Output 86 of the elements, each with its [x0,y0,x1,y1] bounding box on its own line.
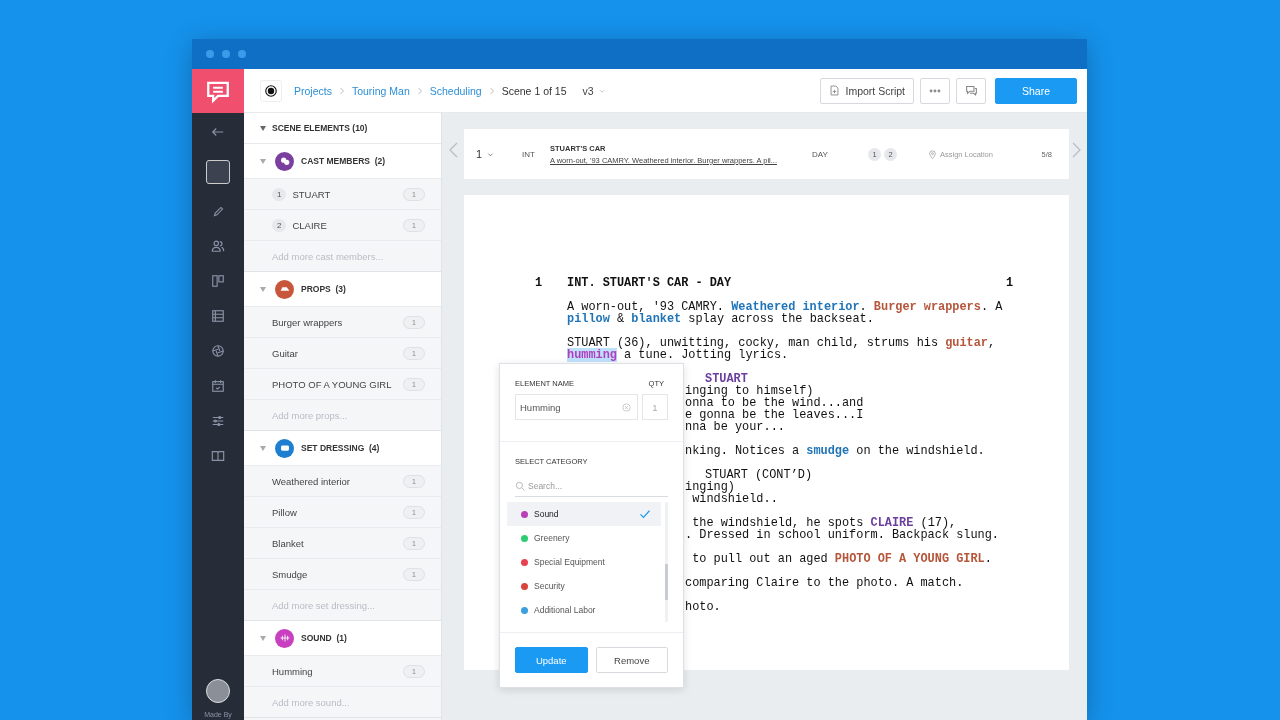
element-name-field[interactable]: Humming [515,394,638,420]
script-line: the windshield, he spots CLAIRE (17), [691,517,957,529]
int-ext-label: INT [522,149,536,159]
cast-number: 1 [272,187,287,201]
element-name: Humming [272,665,314,677]
script-line: nking. Notices a smudge on the windshield. [685,445,986,457]
chevron-right-icon [487,86,496,95]
pencil-icon [211,205,225,218]
script-line: onna to be the wind...and [685,397,865,409]
clear-icon [622,402,631,412]
scene-counter: Scene 1 of 15 [501,84,567,97]
aperture-icon [211,344,225,358]
group-title: CAST MEMBERS (2) [301,156,386,166]
group-title: SOUND (1) [301,633,347,643]
sliders-icon [211,414,225,428]
character-name: STUART (CONT’D) [705,469,814,481]
script-line: e gonna be the leaves...I [685,409,865,421]
import-script-button[interactable]: Import Script [820,77,914,104]
users-icon [211,239,225,253]
book-icon [211,449,225,463]
more-button[interactable] [920,77,950,104]
breadcrumb-link[interactable]: Touring Man [351,84,410,97]
photo-placeholder[interactable] [206,160,230,184]
orbit-icon [264,83,278,98]
element-name: PHOTO OF A YOUNG GIRL [272,378,393,390]
scene-number-dropdown[interactable]: 1 [476,148,522,160]
breadcrumb-link[interactable]: Projects [294,84,332,97]
scrollbar[interactable] [665,502,668,622]
element-name: STUART [292,188,332,200]
group-header[interactable]: CAST MEMBERS (2) [244,144,441,179]
script-line: hoto. [685,601,722,613]
scene-number: 1 [1006,277,1015,289]
group-header[interactable]: SOUND (1) [244,621,441,656]
comments-button[interactable] [956,77,986,104]
element-name: Smudge [272,568,309,580]
checkmark-icon [639,508,651,520]
script-line: A worn-out, '93 CAMRY. Weathered interior. Burger wrappers. A [567,301,1004,313]
element-name: Blanket [272,537,305,549]
category-option[interactable]: Special Equipment [507,550,661,574]
script-line: humming a tune. Jotting lyrics. [567,349,790,361]
scene-heading: INT. STUART'S CAR - DAY [567,277,733,289]
remove-button[interactable]: Remove [595,647,668,673]
element-name: Burger wrappers [272,316,344,328]
category-option[interactable]: Sound [507,502,661,526]
search-icon [515,481,525,491]
breadcrumb-link[interactable]: Scheduling [429,84,482,97]
time-of-day: DAY [812,149,868,159]
calendar-icon [211,379,225,393]
document-icon [829,85,841,96]
caret-icon [598,87,605,94]
category-option[interactable]: Additional Labor [507,598,661,622]
element-name: Guitar [272,347,299,359]
chevron-right-icon [415,86,424,95]
script-line: . Dressed in school uniform. Backpack slung. [685,529,1000,541]
chat-icon [964,84,978,97]
script-line: windshield.. [692,493,779,505]
group-title: SET DRESSING (4) [301,443,380,453]
script-line: nna be your... [685,421,786,433]
project-logo[interactable] [260,79,282,102]
user-avatar[interactable] [206,679,230,703]
script-line: inging) [685,481,735,493]
cast-number: 2 [272,218,287,232]
category-option[interactable]: Greenery [507,526,661,550]
group-header[interactable]: SET DRESSING (4) [244,431,441,466]
app-logo[interactable] [192,69,244,113]
script-line: inging to himself) [685,385,814,397]
caret-icon[interactable] [260,125,266,131]
board-icon [211,274,225,288]
caret-icon [487,150,495,158]
chevron-right-icon [337,86,346,95]
group-header[interactable]: PROPS (3) [244,272,441,307]
script-line: pillow & blanket splay across the backseat. [567,313,874,325]
script-line: to pull out an aged PHOTO OF A YOUNG GIRL. [691,553,993,565]
script-line: STUART (36), unwitting, cocky, man child, strums his guitar, [567,337,997,349]
category-option[interactable]: Security [507,574,661,598]
character-name: STUART [705,373,748,385]
group-title: PROPS (3) [301,284,346,294]
back-arrow-icon [211,125,225,139]
script-line: comparing Claire to the photo. A match. [685,577,965,589]
element-name: Weathered interior [272,475,351,487]
location-pin-icon [928,149,937,159]
scene-number: 1 [535,277,544,289]
list-icon [211,309,225,323]
element-name: CLAIRE [292,219,328,231]
element-name: Pillow [272,506,298,518]
panel-title: SCENE ELEMENTS (10) [272,123,368,133]
